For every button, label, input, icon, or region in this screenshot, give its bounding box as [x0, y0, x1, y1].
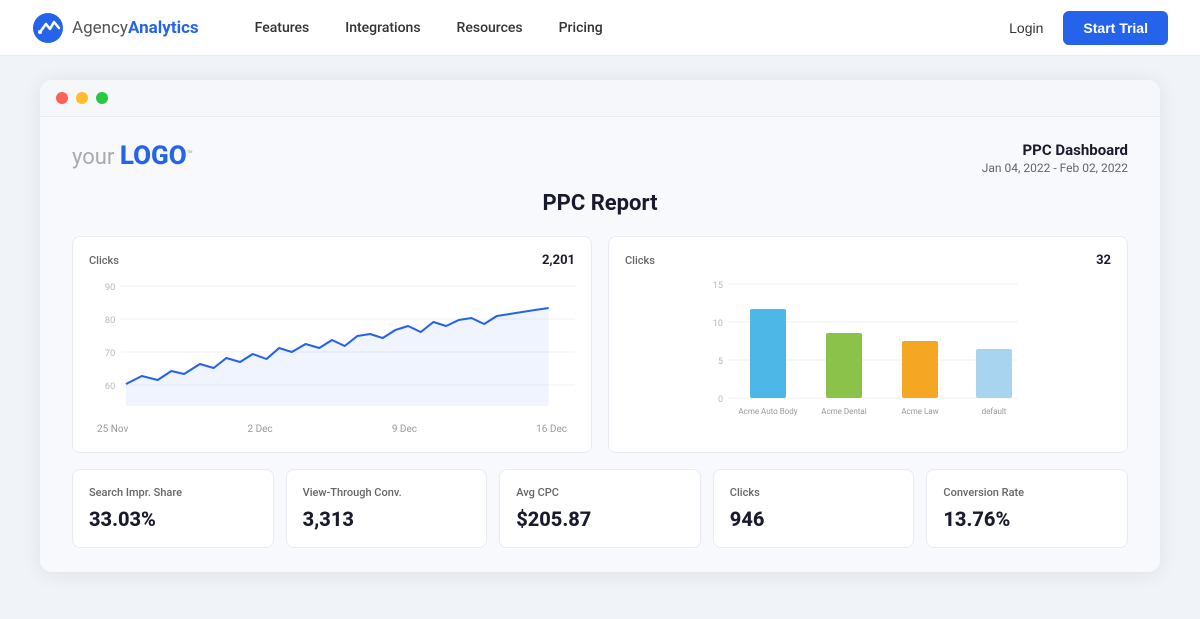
svg-text:Acme Dental: Acme Dental: [821, 407, 867, 416]
nav-features[interactable]: Features: [255, 20, 310, 36]
stat-card-1: View-Through Conv. 3,313: [286, 469, 488, 548]
svg-text:80: 80: [105, 315, 116, 326]
svg-text:0: 0: [718, 395, 723, 405]
charts-row: Clicks 2,201 90 80 70: [72, 236, 1128, 453]
nav-pricing[interactable]: Pricing: [559, 20, 603, 36]
svg-text:15: 15: [713, 281, 723, 291]
browser-dot-green: [96, 92, 108, 104]
stat-card-2: Avg CPC $205.87: [499, 469, 701, 548]
report-header: your LOGO™ PPC Dashboard Jan 04, 2022 - …: [72, 141, 1128, 175]
nav-links: Features Integrations Resources Pricing: [255, 20, 969, 36]
logo-your-text: your: [72, 145, 120, 170]
svg-text:60: 60: [105, 381, 116, 392]
report-logo-area: your LOGO™: [72, 141, 193, 171]
date-range: Jan 04, 2022 - Feb 02, 2022: [982, 161, 1128, 175]
line-chart-label: Clicks: [89, 254, 119, 267]
bar-chart-header: Clicks 32: [625, 253, 1111, 268]
logo-text: AgencyAnalytics: [72, 18, 199, 38]
nav-integrations[interactable]: Integrations: [345, 20, 420, 36]
line-chart-container: 90 80 70 60 25 Nov 2 Dec 9 Dec: [89, 276, 575, 436]
browser-bar: [40, 80, 1160, 117]
line-chart-header: Clicks 2,201: [89, 253, 575, 268]
svg-text:Acme Law: Acme Law: [901, 407, 938, 416]
navbar: AgencyAnalytics Features Integrations Re…: [0, 0, 1200, 56]
dashboard-title: PPC Dashboard: [982, 141, 1128, 159]
stat-value-4: 13.76%: [943, 507, 1111, 531]
svg-text:default: default: [982, 407, 1007, 416]
bar-chart-value: 32: [1096, 253, 1111, 268]
stats-row: Search Impr. Share 33.03% View-Through C…: [72, 469, 1128, 548]
x-label-25nov: 25 Nov: [97, 424, 128, 435]
stat-card-3: Clicks 946: [713, 469, 915, 548]
start-trial-button[interactable]: Start Trial: [1063, 11, 1168, 45]
report-content: your LOGO™ PPC Dashboard Jan 04, 2022 - …: [40, 117, 1160, 572]
login-button[interactable]: Login: [1009, 20, 1043, 36]
x-label-16dec: 16 Dec: [536, 424, 567, 435]
nav-resources[interactable]: Resources: [457, 20, 523, 36]
bar-chart-svg: 15 10 5 0 Acme Auto Body: [625, 276, 1111, 431]
svg-text:10: 10: [713, 319, 723, 329]
ppc-report-title: PPC Report: [72, 191, 1128, 216]
stat-value-2: $205.87: [516, 507, 684, 531]
browser-dot-red: [56, 92, 68, 104]
stat-label-3: Clicks: [730, 486, 898, 499]
main-content: your LOGO™ PPC Dashboard Jan 04, 2022 - …: [0, 56, 1200, 596]
stat-card-0: Search Impr. Share 33.03%: [72, 469, 274, 548]
line-chart-value: 2,201: [542, 253, 575, 268]
stat-label-2: Avg CPC: [516, 486, 684, 499]
nav-actions: Login Start Trial: [1009, 11, 1168, 45]
stat-label-0: Search Impr. Share: [89, 486, 257, 499]
bar-chart-card: Clicks 32 15 10 5 0: [608, 236, 1128, 453]
logo-icon: [32, 12, 64, 44]
stat-value-3: 946: [730, 507, 898, 531]
logo-tm: ™: [187, 150, 193, 161]
logo-link[interactable]: AgencyAnalytics: [32, 12, 199, 44]
x-label-9dec: 9 Dec: [392, 424, 417, 435]
line-chart-svg: 90 80 70 60: [89, 276, 575, 416]
report-title-area: PPC Dashboard Jan 04, 2022 - Feb 02, 202…: [982, 141, 1128, 175]
x-label-2dec: 2 Dec: [247, 424, 272, 435]
stat-value-0: 33.03%: [89, 507, 257, 531]
stat-label-4: Conversion Rate: [943, 486, 1111, 499]
stat-label-1: View-Through Conv.: [303, 486, 471, 499]
bar-chart-container: 15 10 5 0 Acme Auto Body: [625, 276, 1111, 436]
stat-value-1: 3,313: [303, 507, 471, 531]
svg-text:70: 70: [105, 348, 116, 359]
svg-text:5: 5: [718, 357, 723, 367]
browser-mockup: your LOGO™ PPC Dashboard Jan 04, 2022 - …: [40, 80, 1160, 572]
line-chart-card: Clicks 2,201 90 80 70: [72, 236, 592, 453]
stat-card-4: Conversion Rate 13.76%: [926, 469, 1128, 548]
svg-text:Acme Auto Body: Acme Auto Body: [738, 407, 797, 416]
logo-bold-text: LOGO: [120, 141, 187, 171]
svg-text:90: 90: [105, 282, 116, 293]
line-chart-x-labels: 25 Nov 2 Dec 9 Dec 16 Dec: [89, 424, 575, 435]
bar-chart-label: Clicks: [625, 254, 655, 267]
browser-dot-yellow: [76, 92, 88, 104]
